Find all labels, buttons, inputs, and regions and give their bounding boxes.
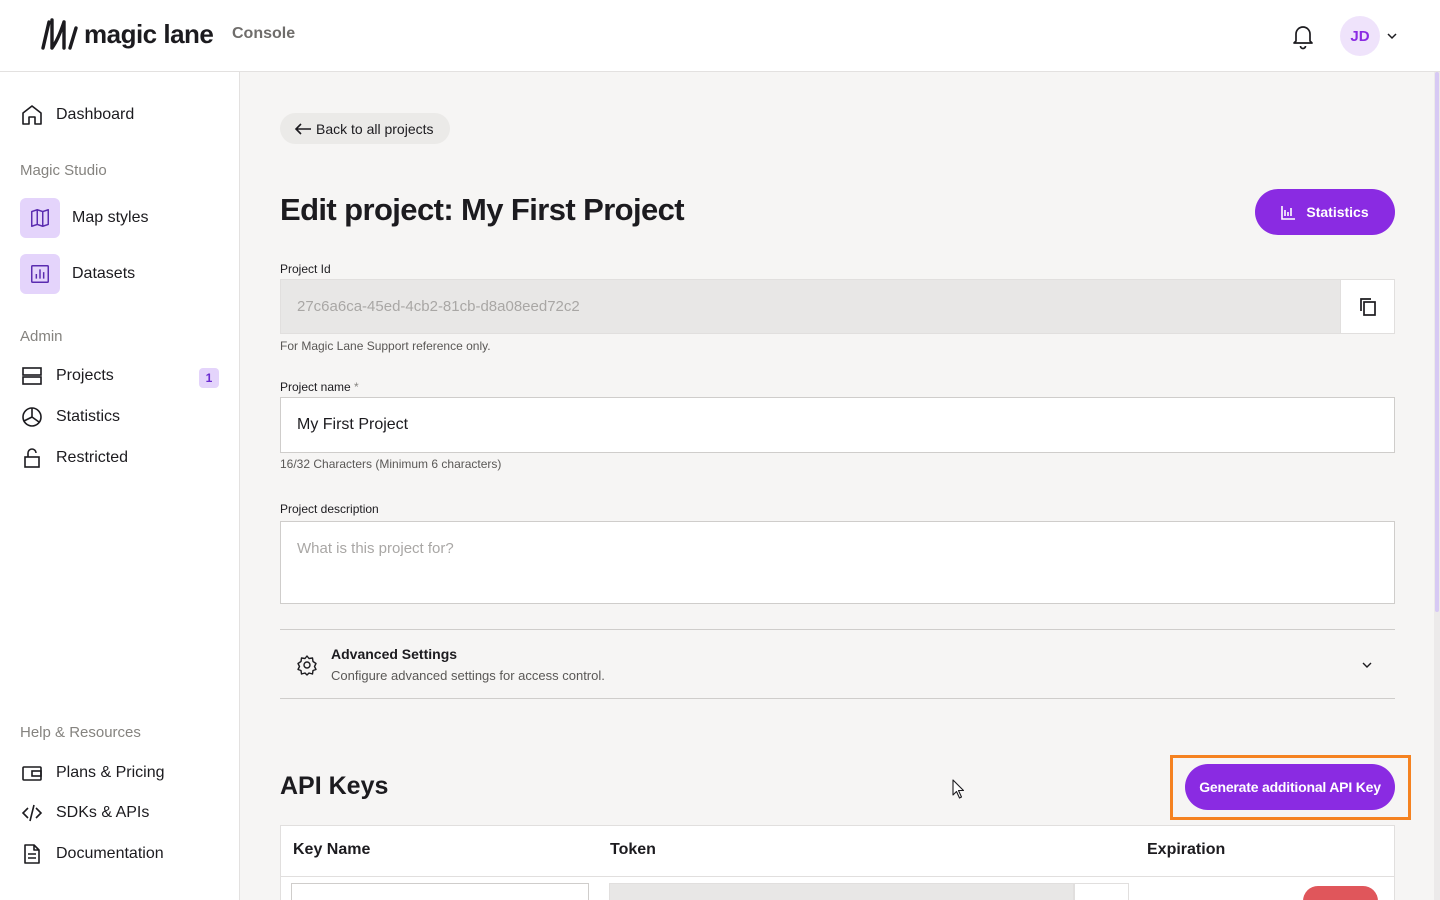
top-bar: magic lane Console JD (0, 0, 1440, 72)
project-name-label: Project name * (280, 380, 359, 394)
advanced-settings-accordion[interactable]: Advanced Settings Configure advanced set… (280, 629, 1395, 699)
api-keys-title: API Keys (280, 772, 389, 800)
user-avatar[interactable]: JD (1340, 16, 1380, 56)
sidebar-item-datasets[interactable]: Datasets (20, 254, 135, 294)
bar-chart-icon (1281, 205, 1296, 220)
statistics-button-label: Statistics (1306, 204, 1369, 220)
project-id-label: Project Id (280, 262, 331, 276)
mouse-cursor-icon (952, 779, 965, 799)
unlock-icon (24, 448, 40, 468)
sidebar-item-label: Projects (56, 367, 114, 384)
map-icon (31, 209, 49, 227)
required-mark: * (354, 380, 359, 394)
home-icon (22, 105, 42, 125)
scrollbar-thumb[interactable] (1435, 72, 1439, 612)
advanced-settings-title: Advanced Settings (331, 646, 458, 662)
sidebar-item-dashboard[interactable]: Dashboard (20, 100, 134, 130)
sidebar-item-label: SDKs & APIs (56, 804, 150, 821)
projects-icon (22, 367, 42, 385)
project-name-input[interactable]: My First Project (280, 397, 1395, 453)
sidebar-item-label: Restricted (56, 449, 129, 466)
api-keys-table: Key Name Token Expiration (280, 825, 1395, 900)
key-name-input[interactable] (291, 883, 589, 900)
chart-icon (31, 265, 49, 283)
token-field[interactable] (609, 883, 1074, 900)
sidebar-item-label: Documentation (56, 845, 164, 862)
sidebar: Dashboard Magic Studio Map styles Datase… (0, 72, 240, 900)
project-description-label: Project description (280, 502, 379, 516)
delete-key-button[interactable] (1303, 886, 1378, 900)
statistics-button[interactable]: Statistics (1255, 189, 1395, 235)
copy-project-id-button[interactable] (1340, 279, 1395, 334)
sidebar-item-projects[interactable]: Projects (20, 361, 114, 391)
project-id-field[interactable]: 27c6a6ca-45ed-4cb2-81cb-d8a08eed72c2 (280, 279, 1340, 334)
magic-lane-logo[interactable]: magic lane (40, 18, 214, 50)
projects-count-badge: 1 (199, 368, 219, 388)
code-icon (21, 804, 43, 822)
project-description-input[interactable]: What is this project for? (280, 521, 1395, 604)
notification-bell-icon[interactable] (1290, 22, 1316, 50)
logo-mark-icon (41, 18, 78, 50)
sidebar-item-statistics[interactable]: Statistics (20, 402, 120, 432)
sidebar-item-map-styles[interactable]: Map styles (20, 198, 148, 238)
advanced-settings-subtitle: Configure advanced settings for access c… (331, 668, 605, 683)
sidebar-item-label: Plans & Pricing (56, 764, 165, 781)
page-title: Edit project: My First Project (280, 192, 685, 227)
copy-token-button[interactable] (1074, 883, 1129, 900)
logo-text: magic lane (84, 18, 214, 49)
chevron-down-icon[interactable] (1386, 30, 1398, 42)
copy-icon (1359, 297, 1376, 316)
column-header-token: Token (610, 841, 656, 858)
gear-icon (297, 655, 317, 676)
sidebar-item-restricted[interactable]: Restricted (20, 443, 128, 473)
sidebar-item-sdks[interactable]: SDKs & APIs (20, 798, 149, 828)
sidebar-item-label: Dashboard (56, 106, 135, 123)
document-icon (24, 844, 40, 864)
arrow-left-icon (294, 122, 311, 135)
sidebar-item-plans[interactable]: Plans & Pricing (20, 758, 165, 788)
product-name: Console (232, 25, 296, 42)
sidebar-item-label: Statistics (56, 408, 121, 425)
generate-api-key-button[interactable]: Generate additional API Key (1185, 764, 1395, 810)
project-name-helper: 16/32 Characters (Minimum 6 characters) (280, 457, 502, 471)
table-divider (281, 876, 1394, 877)
main-content: Back to all projects Edit project: My Fi… (240, 72, 1434, 900)
back-to-projects-button[interactable]: Back to all projects (280, 113, 450, 144)
sidebar-item-label: Map styles (72, 209, 149, 226)
column-header-expiration: Expiration (1147, 841, 1226, 858)
sidebar-item-documentation[interactable]: Documentation (20, 839, 164, 869)
project-id-helper: For Magic Lane Support reference only. (280, 339, 491, 353)
section-label-admin: Admin (20, 328, 63, 345)
pie-chart-icon (22, 407, 42, 427)
section-label-help: Help & Resources (20, 724, 141, 741)
column-header-key-name: Key Name (293, 841, 371, 858)
wallet-icon (22, 766, 42, 781)
back-button-label: Back to all projects (316, 120, 434, 137)
sidebar-item-label: Datasets (72, 265, 136, 282)
section-label-magic-studio: Magic Studio (20, 162, 107, 179)
chevron-down-icon[interactable] (1361, 660, 1373, 670)
